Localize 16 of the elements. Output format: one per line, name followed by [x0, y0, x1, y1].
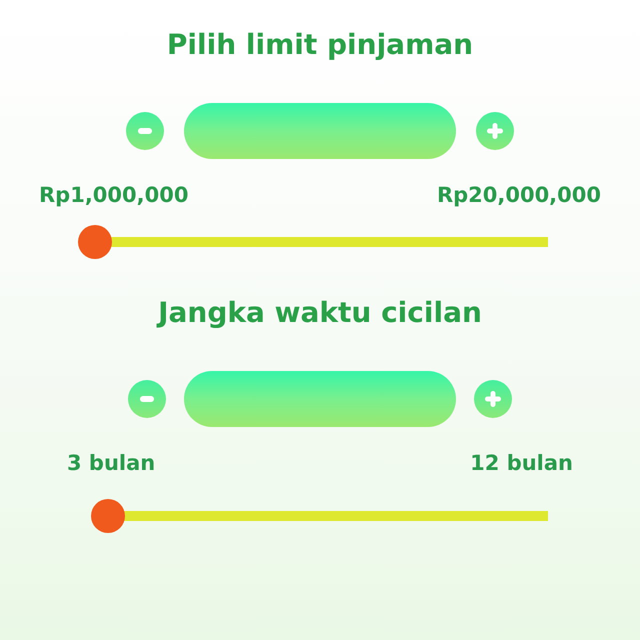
- decrease-button[interactable]: [126, 112, 164, 150]
- section-title: Pilih limit pinjaman: [166, 27, 474, 63]
- min-label: 3 bulan: [67, 451, 156, 475]
- section-title: Jangka waktu cicilan: [158, 295, 482, 331]
- plus-icon: [485, 391, 501, 407]
- increase-button[interactable]: [474, 380, 512, 418]
- minus-icon: [140, 396, 154, 402]
- min-label: Rp1,000,000: [39, 183, 188, 207]
- max-label: Rp20,000,000: [436, 183, 601, 207]
- increase-button[interactable]: [476, 112, 514, 150]
- decrease-button[interactable]: [128, 380, 166, 418]
- plus-icon: [487, 123, 503, 139]
- max-label: 12 bulan: [470, 451, 573, 475]
- slider-thumb[interactable]: [91, 499, 125, 533]
- slider-thumb[interactable]: [78, 225, 112, 259]
- minus-icon: [138, 128, 152, 134]
